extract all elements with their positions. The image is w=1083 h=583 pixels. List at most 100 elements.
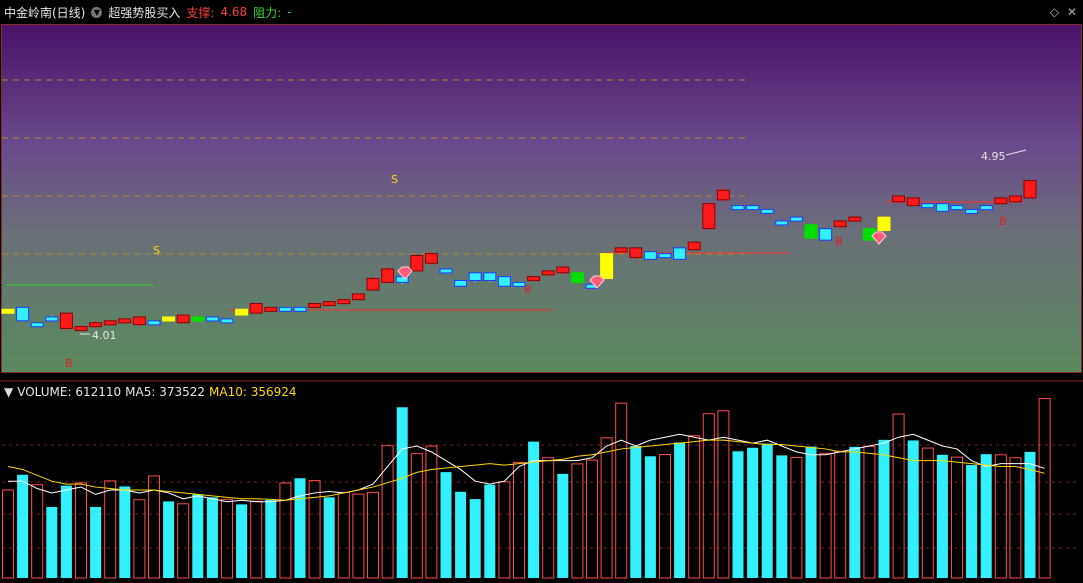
- volume-bar: [119, 486, 131, 578]
- volume-bar: [440, 472, 452, 578]
- volume-bar: [46, 507, 58, 578]
- candle-body: [351, 293, 365, 301]
- candle-body: [906, 197, 920, 207]
- volume-bar: [994, 454, 1007, 579]
- volume-bar: [294, 478, 306, 578]
- candle-body: [89, 322, 103, 328]
- candle-body: [673, 247, 687, 260]
- volume-bar: [761, 443, 773, 578]
- candle-body: [921, 203, 935, 209]
- candle-body: [381, 268, 395, 283]
- diamond-icon: [871, 231, 887, 245]
- candle-body: [454, 279, 468, 287]
- candle-body: [819, 228, 833, 241]
- volume-bar: [60, 485, 72, 578]
- volume-bar: [236, 504, 248, 578]
- volume-bar: [425, 445, 438, 579]
- candle-body: [775, 220, 789, 226]
- volume-bar: [469, 499, 481, 578]
- candle-body: [205, 316, 219, 322]
- high-price-arrow: [1005, 149, 1027, 156]
- candle-body: [848, 216, 862, 222]
- volume-bar: [498, 481, 511, 579]
- volume-bar: [75, 482, 87, 579]
- candle-body: [59, 312, 73, 329]
- volume-bar: [702, 413, 715, 579]
- volume-bar: [600, 437, 613, 579]
- candle-body: [804, 224, 818, 239]
- candle-body: [965, 208, 979, 214]
- volume-bar: [951, 456, 963, 579]
- candle-body: [950, 205, 964, 211]
- candle-body: [789, 216, 803, 222]
- candle-body: [643, 251, 657, 260]
- candle-body: [716, 189, 730, 201]
- chart-canvas[interactable]: B B B B S S 4.01 4.95: [0, 0, 1083, 583]
- candle-body: [658, 253, 672, 259]
- candle-body: [337, 299, 351, 305]
- volume-bar: [17, 474, 29, 578]
- volume-bar: [221, 498, 233, 579]
- buy-marker: B: [65, 357, 73, 370]
- volume-bar: [396, 407, 408, 578]
- buy-marker: B: [835, 235, 843, 248]
- candle-body: [935, 203, 949, 212]
- candle-body: [118, 318, 132, 324]
- volume-bar: [747, 447, 759, 578]
- volume-bar: [279, 482, 292, 579]
- candle-body: [468, 272, 482, 281]
- volume-bar: [863, 445, 876, 579]
- candle-body: [103, 320, 117, 326]
- volume-bar: [659, 454, 671, 579]
- candle-body: [16, 306, 30, 322]
- candle-body: [731, 205, 745, 211]
- candle-body: [556, 266, 570, 274]
- sell-marker: S: [153, 244, 160, 257]
- candle-body: [877, 216, 891, 232]
- candle-body: [147, 320, 161, 326]
- candle-body: [162, 316, 176, 322]
- candle-body: [132, 316, 146, 326]
- volume-bar: [455, 491, 467, 578]
- volume-bar: [849, 446, 861, 578]
- candle-body: [570, 272, 584, 283]
- volume-bar: [192, 494, 204, 578]
- volume-bar: [966, 465, 978, 578]
- candle-body: [220, 318, 234, 324]
- volume-bar: [630, 446, 642, 578]
- candle-body: [629, 247, 643, 258]
- volume-bar: [936, 454, 948, 578]
- volume-bar: [878, 439, 890, 578]
- volume-bar: [834, 450, 847, 579]
- candle-body: [308, 303, 322, 309]
- candle-body: [293, 306, 307, 312]
- candle-body: [833, 220, 847, 228]
- buy-marker: B: [999, 215, 1007, 228]
- volume-bar: [615, 402, 628, 579]
- candle-body: [1008, 195, 1022, 203]
- candle-body: [366, 278, 380, 291]
- candle-body: [249, 303, 263, 314]
- candle-body: [994, 197, 1008, 205]
- candle-body: [746, 205, 760, 211]
- volume-bar: [90, 507, 102, 578]
- sell-marker: S: [391, 173, 398, 186]
- candle-body: [760, 208, 774, 214]
- volume-bar: [250, 500, 263, 579]
- candle-body: [439, 268, 453, 274]
- candle-body: [614, 247, 628, 253]
- candle-body: [702, 203, 716, 230]
- volume-bar: [484, 484, 496, 578]
- volume-bar: [557, 473, 569, 578]
- candle-body: [497, 276, 511, 287]
- volume-bar: [674, 442, 686, 578]
- volume-bar: [381, 445, 394, 579]
- candle-body: [1023, 180, 1037, 199]
- volume-bar: [337, 491, 350, 579]
- candle-body: [1, 308, 15, 314]
- volume-bar: [980, 454, 992, 578]
- candle-body: [235, 308, 249, 316]
- candle-body: [410, 255, 424, 272]
- volume-bar: [265, 499, 277, 578]
- volume-bar: [2, 489, 14, 579]
